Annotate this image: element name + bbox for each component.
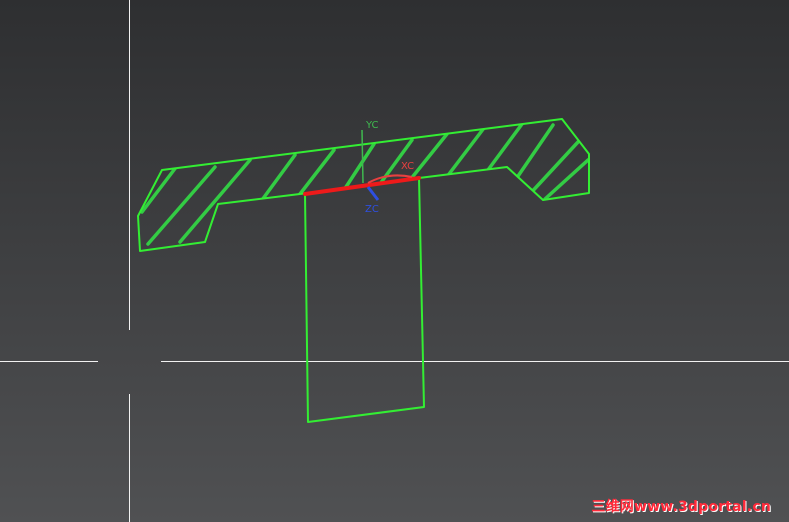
csys-y-label: YC xyxy=(365,120,379,131)
site-watermark: 三维网www.3dportal.cn xyxy=(591,499,771,515)
csys-z-axis xyxy=(366,186,380,201)
work-csys-triad[interactable]: YC XC ZC xyxy=(361,120,414,215)
sketch-canvas[interactable]: YC XC ZC xyxy=(0,0,789,522)
view-crosshair xyxy=(0,0,789,522)
graphics-viewport[interactable]: YC XC ZC 三维网www.3dportal.cn xyxy=(0,0,789,522)
csys-x-label: XC xyxy=(401,161,414,172)
selected-edge[interactable] xyxy=(303,176,421,196)
csys-z-label: ZC xyxy=(365,204,379,215)
csys-y-axis xyxy=(361,129,364,184)
